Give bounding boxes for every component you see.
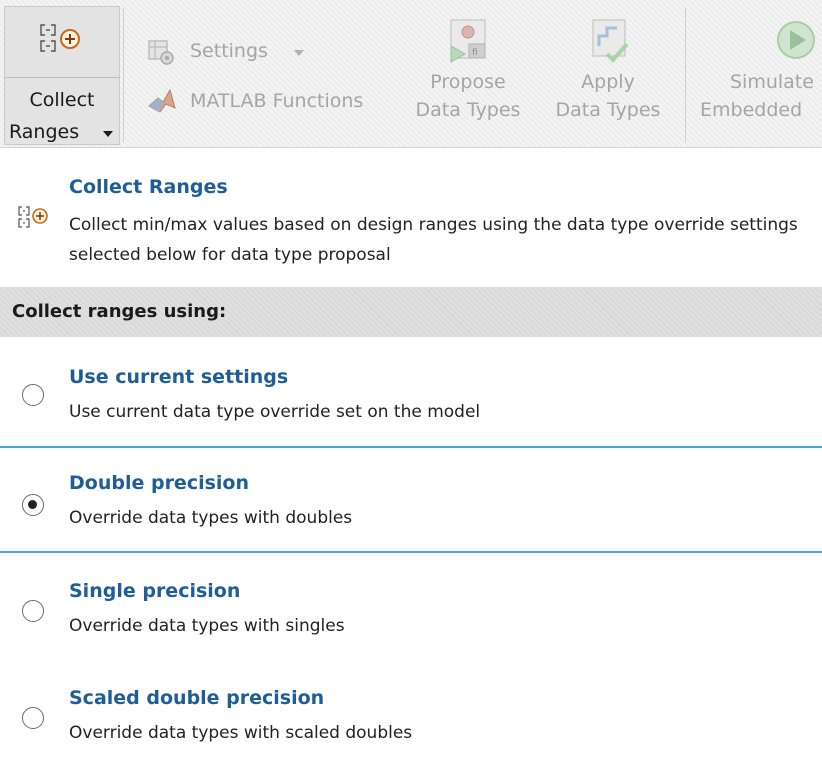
description-title: Collect Ranges xyxy=(69,176,228,198)
option-description: Override data types with scaled doubles xyxy=(69,723,413,743)
propose-label-line2: Data Types xyxy=(415,99,521,121)
chevron-down-icon[interactable] xyxy=(294,50,304,56)
option-description: Override data types with doubles xyxy=(69,508,353,528)
settings-label: Settings xyxy=(190,40,268,62)
description-text: Collect min/max values based on design r… xyxy=(69,215,798,265)
apply-label-line1: Apply xyxy=(581,71,635,93)
simulate-label-line2: Embedded xyxy=(700,99,803,121)
propose-label-line1: Propose xyxy=(430,71,506,93)
option-title: Double precision xyxy=(69,472,249,494)
toolstrip-separator xyxy=(123,8,124,142)
split-divider xyxy=(5,77,119,78)
radio-scaled-double-precision[interactable] xyxy=(22,707,44,729)
simulate-label-line1: Simulate xyxy=(730,71,814,93)
section-header: Collect ranges using: xyxy=(0,287,822,337)
option-scaled-double-precision[interactable]: Scaled double precision Override data ty… xyxy=(0,663,822,763)
propose-data-types-button[interactable]: fi Propose Data Types xyxy=(406,16,530,124)
radio-single-precision[interactable] xyxy=(22,600,44,622)
option-title: Single precision xyxy=(69,580,241,602)
option-description: Use current data type override set on th… xyxy=(69,402,481,422)
option-title: Scaled double precision xyxy=(69,687,325,709)
collect-ranges-label-line1: Collect xyxy=(29,89,95,111)
option-single-precision[interactable]: Single precision Override data types wit… xyxy=(0,560,822,660)
option-title: Use current settings xyxy=(69,366,289,388)
option-description: Override data types with singles xyxy=(69,616,345,636)
apply-label-line2: Data Types xyxy=(555,99,661,121)
selection-divider xyxy=(0,551,822,553)
svg-text:fi: fi xyxy=(472,48,478,58)
radio-double-precision[interactable] xyxy=(22,494,44,516)
settings-icon xyxy=(148,40,174,65)
option-use-current-settings[interactable]: Use current settings Use current data ty… xyxy=(0,350,822,450)
collect-ranges-button[interactable]: Collect Ranges xyxy=(4,6,120,145)
option-double-precision[interactable]: Double precision Override data types wit… xyxy=(0,448,822,548)
chevron-down-icon[interactable] xyxy=(103,131,113,137)
propose-data-types-icon: fi xyxy=(450,19,486,63)
apply-data-types-button[interactable]: Apply Data Types xyxy=(546,16,670,124)
apply-data-types-icon xyxy=(592,19,629,63)
simulate-embedded-icon xyxy=(777,21,815,59)
collect-ranges-icon xyxy=(40,24,80,52)
collect-ranges-icon xyxy=(18,206,48,228)
collect-ranges-label-line2: Ranges xyxy=(9,121,80,143)
toolstrip: Collect Ranges Settings MATLAB Functions… xyxy=(0,0,822,148)
toolstrip-separator xyxy=(685,8,686,142)
simulate-embedded-button[interactable]: Simulate Embedded xyxy=(700,16,822,124)
radio-use-current-settings[interactable] xyxy=(22,384,44,406)
matlab-icon xyxy=(148,88,176,113)
matlab-functions-label: MATLAB Functions xyxy=(190,90,364,112)
